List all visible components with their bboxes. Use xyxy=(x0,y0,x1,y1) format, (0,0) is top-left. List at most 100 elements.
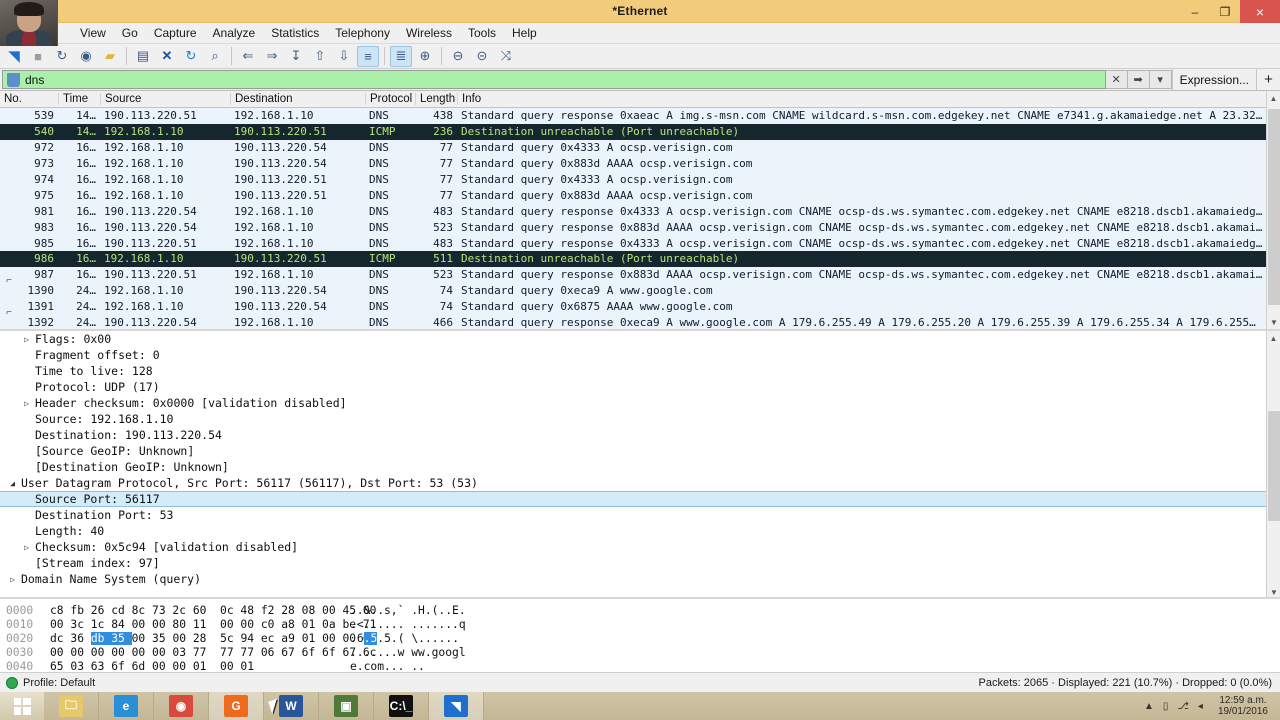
detail-row[interactable]: ▷ Flags: 0x00 xyxy=(0,331,1280,347)
minimize-button[interactable]: – xyxy=(1180,0,1210,23)
detail-row[interactable]: [Stream index: 97] xyxy=(0,555,1280,571)
packet-row[interactable]: 972 16… 192.168.1.10 190.113.220.54 DNS 77 Sta… xyxy=(0,139,1280,156)
colorize-icon[interactable]: ≣ xyxy=(390,45,412,67)
network-icon[interactable]: ⎇ xyxy=(1177,701,1189,712)
expand-triangle-icon[interactable]: ▷ xyxy=(6,575,19,584)
packet-row[interactable]: 974 16… 192.168.1.10 190.113.220.51 DNS 77 Sta… xyxy=(0,171,1280,188)
detail-scroll-thumb[interactable] xyxy=(1268,411,1280,521)
detail-row[interactable]: Fragment offset: 0 xyxy=(0,347,1280,363)
packet-details-tree[interactable]: ▷ Flags: 0x00 Fragment offset: 0 Time to li… xyxy=(0,331,1280,587)
capture-status-icon[interactable] xyxy=(6,676,18,689)
packet-list-scroll-thumb[interactable] xyxy=(1268,109,1280,305)
taskbar-photo-viewer[interactable]: ▣ xyxy=(319,692,374,720)
detail-row[interactable]: ▷ Checksum: 0x5c94 [validation disabled] xyxy=(0,539,1280,555)
expand-triangle-icon[interactable]: ▷ xyxy=(20,399,33,408)
column-header-time[interactable]: Time xyxy=(58,93,100,105)
menu-item-telephony[interactable]: Telephony xyxy=(327,24,398,42)
taskbar-google-chrome[interactable]: ◉ xyxy=(154,692,209,720)
packet-list-scrollbar[interactable]: ▲ ▼ xyxy=(1266,91,1280,329)
packet-list[interactable]: No. Time Source Destination Protocol Len… xyxy=(0,91,1280,329)
packet-row[interactable]: 983 16… 190.113.220.54 192.168.1.10 DNS 523 St… xyxy=(0,219,1280,236)
detail-row[interactable]: ▷ Header checksum: 0x0000 [validation dis… xyxy=(0,395,1280,411)
packet-row[interactable]: 975 16… 192.168.1.10 190.113.220.51 DNS 77 Sta… xyxy=(0,187,1280,204)
menu-item-help[interactable]: Help xyxy=(504,24,545,42)
detail-row[interactable]: Source Port: 56117 xyxy=(0,491,1280,507)
collapse-triangle-icon[interactable]: ◢ xyxy=(6,479,19,488)
detail-row[interactable]: Time to live: 128 xyxy=(0,363,1280,379)
taskbar-command-prompt[interactable]: C:\_ xyxy=(374,692,429,720)
taskbar-file-explorer[interactable]: 🗀 xyxy=(44,692,99,720)
packet-row[interactable]: 987 16… 190.113.220.51 192.168.1.10 DNS 523 St… xyxy=(0,266,1280,283)
scroll-down-arrow-icon[interactable]: ▼ xyxy=(1267,315,1280,329)
packet-row[interactable]: 1391 24… 192.168.1.10 190.113.220.54 DNS 74 St… xyxy=(0,298,1280,315)
hex-dump-row[interactable]: 0020 dc 36 db 35 00 35 00 28 5c 94 ec a9 … xyxy=(6,631,1280,645)
zoom-in-icon[interactable]: ⊕ xyxy=(414,46,436,67)
menu-item-tools[interactable]: Tools xyxy=(460,24,504,42)
packet-list-body[interactable]: 539 14… 190.113.220.51 192.168.1.10 DNS 438 St… xyxy=(0,108,1280,329)
detail-scroll-up-arrow-icon[interactable]: ▲ xyxy=(1267,331,1280,345)
hex-dump-row[interactable]: 0010 00 3c 1c 84 00 00 80 11 00 00 c0 a8 … xyxy=(6,617,1280,631)
autoscroll-icon[interactable]: ≡ xyxy=(357,45,379,67)
packet-row[interactable]: 973 16… 192.168.1.10 190.113.220.54 DNS 77 Sta… xyxy=(0,155,1280,172)
go-to-first-packet-icon[interactable]: ⇧ xyxy=(309,46,331,67)
packet-row[interactable]: 985 16… 190.113.220.51 192.168.1.10 DNS 483 St… xyxy=(0,235,1280,252)
open-file-icon[interactable]: ▰ xyxy=(99,46,121,67)
menu-item-statistics[interactable]: Statistics xyxy=(263,24,327,42)
reload-file-icon[interactable]: ↻ xyxy=(180,46,202,67)
resize-columns-icon[interactable]: ⤨ xyxy=(495,46,517,67)
packet-row[interactable]: 540 14… 192.168.1.10 190.113.220.51 ICMP 236 D… xyxy=(0,123,1280,140)
show-hidden-icons-icon[interactable]: ▲ xyxy=(1144,701,1154,712)
detail-row[interactable]: Length: 40 xyxy=(0,523,1280,539)
column-header-length[interactable]: Length xyxy=(415,93,457,105)
detail-scroll-down-arrow-icon[interactable]: ▼ xyxy=(1267,585,1280,597)
menu-item-wireless[interactable]: Wireless xyxy=(398,24,460,42)
taskbar-internet-explorer[interactable]: e xyxy=(99,692,154,720)
detail-row[interactable]: Destination: 190.113.220.54 xyxy=(0,427,1280,443)
start-capture-icon[interactable]: ◥ xyxy=(3,46,25,67)
scroll-up-arrow-icon[interactable]: ▲ xyxy=(1267,91,1280,105)
packet-row[interactable]: 1392 24… 190.113.220.54 192.168.1.10 DNS 466 S… xyxy=(0,314,1280,329)
packet-details-pane[interactable]: ▷ Flags: 0x00 Fragment offset: 0 Time to li… xyxy=(0,329,1280,597)
packet-row[interactable]: 986 16… 192.168.1.10 190.113.220.51 ICMP 511 D… xyxy=(0,251,1280,267)
column-header-destination[interactable]: Destination xyxy=(230,93,365,105)
packet-row[interactable]: 981 16… 190.113.220.54 192.168.1.10 DNS 483 St… xyxy=(0,203,1280,220)
filter-bookmark-icon[interactable] xyxy=(7,72,20,87)
zoom-out-icon[interactable]: ⊖ xyxy=(447,46,469,67)
column-header-no[interactable]: No. xyxy=(0,93,58,105)
packet-details-scrollbar[interactable]: ▲ ▼ xyxy=(1266,331,1280,597)
battery-icon[interactable]: ▯ xyxy=(1163,701,1169,712)
capture-options-icon[interactable]: ◉ xyxy=(75,46,97,67)
filter-dropdown-button[interactable]: ▾ xyxy=(1149,70,1172,89)
go-to-last-packet-icon[interactable]: ⇩ xyxy=(333,46,355,67)
tray-clock[interactable]: 12:59 a.m. 19/01/2016 xyxy=(1212,695,1274,717)
column-header-info[interactable]: Info xyxy=(457,93,1280,105)
column-header-source[interactable]: Source xyxy=(100,93,230,105)
go-to-packet-icon[interactable]: ↧ xyxy=(285,46,307,67)
start-button[interactable] xyxy=(0,692,44,720)
menu-item-capture[interactable]: Capture xyxy=(146,24,205,42)
menu-item-analyze[interactable]: Analyze xyxy=(205,24,264,42)
filter-apply-button[interactable]: ➡ xyxy=(1127,70,1150,89)
packet-row[interactable]: 539 14… 190.113.220.51 192.168.1.10 DNS 438 St… xyxy=(0,108,1280,124)
volume-icon[interactable]: ◂ xyxy=(1198,701,1203,712)
expand-triangle-icon[interactable]: ▷ xyxy=(20,335,33,344)
filter-clear-button[interactable]: ✕ xyxy=(1105,70,1128,89)
expand-triangle-icon[interactable]: ▷ xyxy=(20,543,33,552)
filter-expression-button[interactable]: Expression... xyxy=(1171,69,1256,90)
detail-row[interactable]: [Source GeoIP: Unknown] xyxy=(0,443,1280,459)
maximize-button[interactable]: ❐ xyxy=(1210,0,1240,23)
detail-row[interactable]: Destination Port: 53 xyxy=(0,507,1280,523)
zoom-reset-icon[interactable]: ⊝ xyxy=(471,46,493,67)
hex-dump-row[interactable]: 0040 65 03 63 6f 6d 00 00 01 00 01 e.com..… xyxy=(6,659,1280,673)
detail-row[interactable]: Protocol: UDP (17) xyxy=(0,379,1280,395)
detail-row[interactable]: Source: 192.168.1.10 xyxy=(0,411,1280,427)
go-back-icon[interactable]: ⇐ xyxy=(237,46,259,67)
stop-capture-icon[interactable]: ■ xyxy=(27,46,49,67)
find-packet-icon[interactable]: ⌕ xyxy=(204,46,226,67)
close-file-icon[interactable]: ✕ xyxy=(156,46,178,67)
restart-capture-icon[interactable]: ↻ xyxy=(51,46,73,67)
save-file-icon[interactable]: ▤ xyxy=(132,46,154,67)
go-forward-icon[interactable]: ⇒ xyxy=(261,46,283,67)
detail-row[interactable]: [Destination GeoIP: Unknown] xyxy=(0,459,1280,475)
menu-item-view[interactable]: View xyxy=(72,24,114,42)
